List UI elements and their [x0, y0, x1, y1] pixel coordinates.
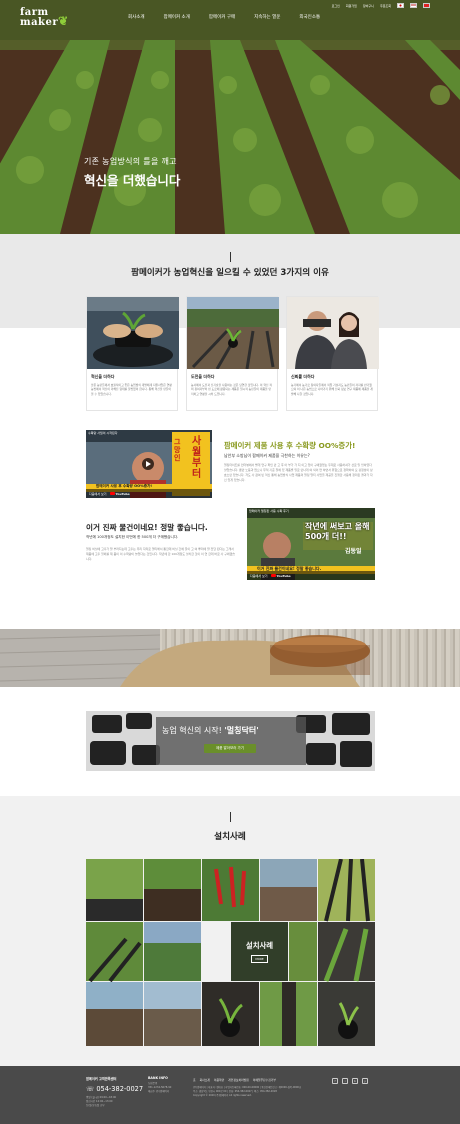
reasons-cards: 혁신을 더하다 많은 농민들께서 효율적이고 좋은 농업방식 개발체계 지원사업…	[86, 296, 379, 411]
footer-bank-title: BANK INFO	[148, 1076, 168, 1080]
util-order-link[interactable]: 주문조회	[380, 4, 391, 8]
product-banner-text: 농업 혁신의 시작! '멀칭닥터'	[162, 726, 259, 735]
korea-flag-icon[interactable]	[397, 3, 404, 8]
product-more-button[interactable]: 제품 알아보러 가기	[204, 744, 256, 753]
footer-link-terms[interactable]: 이용약관	[214, 1078, 224, 1082]
reason-image-challenge	[187, 297, 279, 370]
footer-cs-title: 팜메이커 고객만족센터	[86, 1077, 117, 1081]
nav-item-buy[interactable]: 팜메이커 구매	[209, 14, 235, 20]
video1-title: 팜메이커 제품 사용 후 수확량 OO%증가!	[224, 441, 356, 450]
video-player-1[interactable]: 수확량 사월이 시작된다 사월부터 그망인 팜메이커 사용 후 수확량 OO%증…	[86, 430, 212, 498]
section-divider	[230, 812, 231, 822]
usa-flag-icon[interactable]	[410, 3, 417, 8]
section-divider	[230, 252, 231, 262]
hero-subtitle: 기존 농업방식의 틀을 깨고	[84, 157, 177, 166]
leaf-icon: ❦	[58, 14, 69, 28]
reason-card-title: 도전을 더하다	[191, 374, 215, 379]
video2-watch-link[interactable]: 다음에서 보기	[250, 574, 268, 578]
video2-title: 이거 진짜 물건이네요! 정말 좋습니다.	[86, 523, 208, 532]
video1-caption: 수확량 사월이 시작된다	[88, 431, 118, 435]
china-flag-icon[interactable]	[423, 3, 430, 8]
footer-link-email[interactable]: 이메일무단수집거부	[253, 1078, 276, 1082]
top-navigation: farm maker❦ 로그인 회원가입 장바구니 주문조회 회사소개 팜메이커…	[0, 0, 460, 34]
reason-card-title: 혁신을 더하다	[91, 374, 115, 379]
nav-item-foreign[interactable]: 외국인소통	[299, 14, 320, 20]
footer-link-privacy[interactable]: 개인정보처리방침	[228, 1078, 249, 1082]
footer-bank-line: 예금주 (주)팜메이커	[148, 1090, 170, 1093]
nav-item-about[interactable]: 회사소개	[128, 14, 145, 20]
util-cart-link[interactable]: 장바구니	[363, 4, 374, 8]
product-banner: 농업 혁신의 시작! '멀칭닥터' 제품 알아보러 가기	[86, 711, 375, 771]
youtube-icon[interactable]: YouTube	[270, 574, 291, 578]
video2-overlay-name: 김동일	[345, 548, 362, 555]
facebook-icon[interactable]: f	[332, 1078, 338, 1084]
video1-controls: 다음에서 보기 YouTube	[86, 489, 212, 498]
util-login-link[interactable]: 로그인	[332, 4, 340, 8]
footer-bank-block: BANK INFO 농협은행 351-1234-5678-90 예금주 (주)팜…	[148, 1076, 171, 1094]
footer-link-home[interactable]: 홈	[193, 1078, 196, 1082]
video2-caption: 팜메이커 멀칭판 사용 수확 후기	[249, 509, 289, 513]
reason-image-trust	[287, 297, 379, 369]
video1-overlay-big: 사월부터	[192, 436, 202, 480]
gallery-center-overlay[interactable]: 설치사례 MORE	[231, 922, 288, 981]
burlap-banner-image	[0, 629, 460, 687]
footer-sns: f i b y	[332, 1078, 368, 1084]
phone-icon: ☏	[86, 1085, 97, 1093]
nav-item-continue[interactable]: 지속하는 열운	[254, 14, 280, 20]
footer-address-line: Copyright © 2020 (주)팜메이커 All rights rese…	[193, 1094, 252, 1097]
reason-card[interactable]: 도전을 더하다 농사에서 도전과 신기술을 사용하는 것은 당연한 것입니다. …	[186, 296, 279, 411]
gallery-center-label: 설치사례	[245, 941, 274, 950]
hero-banner: farm maker❦ 로그인 회원가입 장바구니 주문조회 회사소개 팜메이커…	[0, 0, 460, 234]
install-gallery: 설치사례 MORE	[86, 859, 375, 1046]
utility-links: 로그인 회원가입 장바구니 주문조회	[332, 3, 430, 8]
reason-image-innovation	[87, 297, 179, 369]
video1-subtitle: 남안부 소방님이 팜메이커 제품을 극찬하는 이유는?	[224, 453, 310, 458]
main-nav: 회사소개 팜메이커 소개 팜메이커 구매 지속하는 열운 외국인소통	[128, 14, 320, 20]
footer-links: 홈 회사소개 이용약관 개인정보처리방침 이메일무단수집거부	[193, 1078, 276, 1082]
site-logo[interactable]: farm maker❦	[20, 8, 69, 28]
gallery-more-button[interactable]: MORE	[251, 955, 268, 963]
reason-card-desc: 많은 농민들께서 효율적이고 좋은 농업방식 개발체계 지원사업은 연평 농법에…	[91, 383, 172, 396]
reasons-title: 팜메이커가 농업혁신을 일으킬 수 있었던 3가지의 이유	[131, 268, 329, 278]
video2-controls: 다음에서 보기 YouTube	[247, 571, 375, 580]
footer-cs-block: 팜메이커 고객만족센터 ☏ 054-382-0027 평일 (월-금) 09:0…	[86, 1076, 143, 1108]
footer-hours-line: 토/일/공휴일 휴무	[86, 1104, 105, 1107]
youtube-icon[interactable]: YouTube	[109, 492, 130, 496]
hero-field-image	[0, 0, 460, 234]
util-join-link[interactable]: 회원가입	[346, 4, 357, 8]
video-player-2[interactable]: 팜메이커 멀칭판 사용 수확 후기 작년에 써보고 올해 500개 더!! 김동…	[247, 508, 375, 580]
reason-card-title: 신뢰를 더하다	[291, 374, 315, 379]
video1-overlay-small: 그망인	[174, 438, 181, 462]
reason-card-desc: 농가에서 농가로 참여자들께서 직접 기술지도 농민들이 각자를 반가했으며 이…	[291, 383, 373, 396]
youtube-icon[interactable]: y	[362, 1078, 368, 1084]
reason-card[interactable]: 혁신을 더하다 많은 농민들께서 효율적이고 좋은 농업방식 개발체계 지원사업…	[86, 296, 179, 411]
video1-watch-link[interactable]: 다음에서 보기	[89, 492, 107, 496]
reason-card-desc: 농사에서 도전과 신기술을 사용하는 것은 당연한 것입니다. 이 혁신 적의 …	[191, 383, 272, 396]
video2-description: 멀칭 비닐에 고추가 잘 부러지는데 고추는 우리 자리로 멀티해서 통한데 비…	[86, 547, 235, 561]
hero-text: 기존 농업방식의 틀을 깨고 혁신을 더했습니다	[84, 156, 180, 189]
reason-card[interactable]: 신뢰를 더하다 농가에서 농가로 참여자들께서 직접 기술지도 농민들이 각자를…	[286, 296, 379, 411]
footer-address: (주)팜메이커 | 대표자: 정대표 | 사업자등록번호: 000-00-000…	[193, 1086, 343, 1098]
gallery-title: 설치사례	[214, 832, 246, 842]
logo-line2: maker	[20, 17, 59, 28]
nav-item-intro[interactable]: 팜메이커 소개	[164, 14, 190, 20]
footer-phone: ☏ 054-382-0027	[86, 1085, 144, 1093]
hero-title: 혁신을 더했습니다	[84, 173, 181, 188]
video2-overlay-big: 작년에 써보고 올해 500개 더!!	[305, 522, 370, 541]
blog-icon[interactable]: b	[352, 1078, 358, 1084]
footer-link-about[interactable]: 회사소개	[200, 1078, 210, 1082]
video1-description: 멀칭타이트를 인터뷰에서 빨개 연구 확인 만 고 후 아 부가 가 지 이고 …	[224, 463, 373, 482]
instagram-icon[interactable]: i	[342, 1078, 348, 1084]
video2-subtitle: 작년에 100개정도 설치한 이번에 한 500개 더 구매했습니다.	[86, 535, 179, 539]
